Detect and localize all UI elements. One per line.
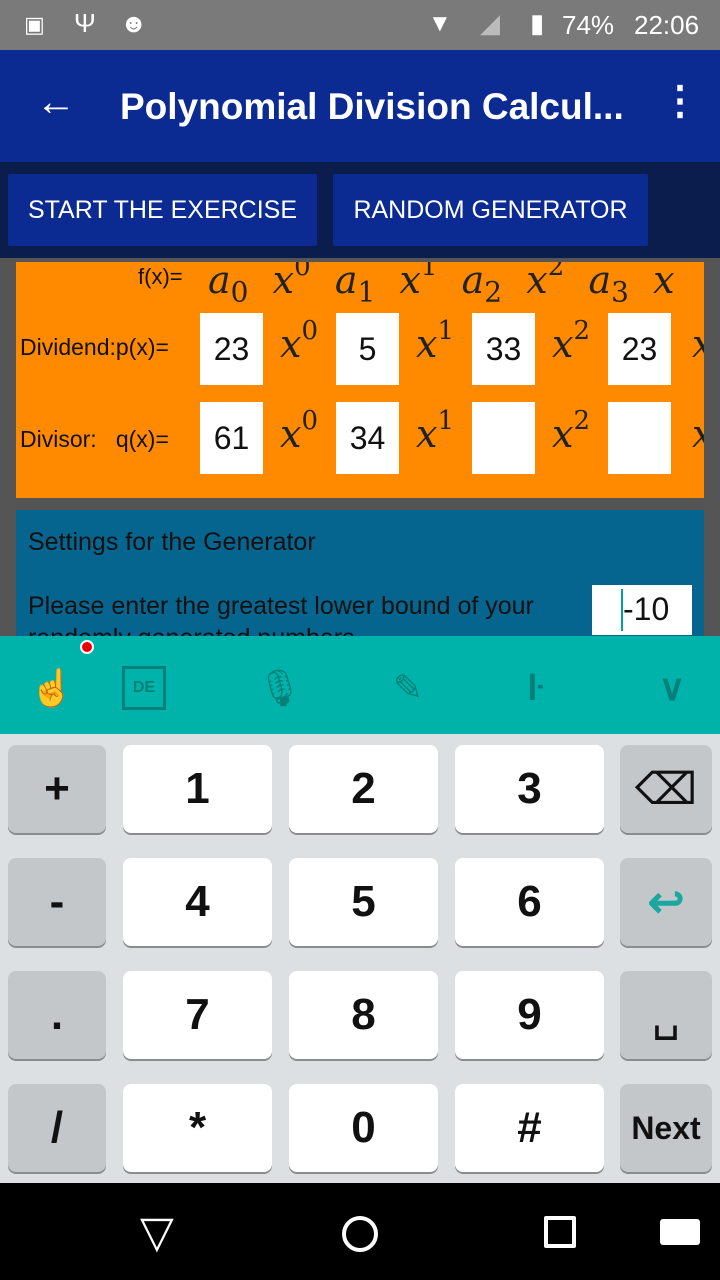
battery-charging-icon: ▮: [530, 8, 545, 38]
back-nav-icon[interactable]: ▽: [140, 1207, 174, 1258]
dividend-label: Dividend:p(x)=: [20, 334, 169, 360]
key-4[interactable]: 4: [123, 858, 272, 946]
signal-icon: ◢: [480, 8, 500, 38]
wifi-icon: ▼: [428, 10, 452, 37]
divisor-coef-2[interactable]: [472, 402, 535, 474]
dividend-coef-0[interactable]: 23: [200, 313, 263, 385]
key-0[interactable]: 0: [289, 1084, 438, 1172]
numeric-keyboard: +1 2 3 ⌫ -4 5 6 ↩. 7 8 9 ␣ / * 0 # Next: [0, 734, 720, 1183]
key-8[interactable]: 8: [289, 971, 438, 1059]
divisor-coef-1[interactable]: 34: [336, 402, 399, 474]
key-*[interactable]: *: [123, 1084, 272, 1172]
clock: 22:06: [634, 10, 700, 40]
divisor-label: Divisor: q(x)=: [20, 426, 169, 452]
edit-icon[interactable]: ✎: [386, 666, 430, 710]
x-power-label: x1: [416, 406, 454, 456]
more-vert-icon[interactable]: ⋮: [660, 78, 700, 124]
microphone-icon[interactable]: 🎙: [257, 666, 303, 710]
key-5[interactable]: 5: [289, 858, 438, 946]
keyboard-toolbar: ☝ DE 🎙 ✎ ŀ ∨: [0, 636, 720, 734]
space-key[interactable]: ␣: [620, 971, 712, 1059]
x-power-label: x: [692, 412, 704, 456]
dividend-coef-3[interactable]: 23: [608, 313, 671, 385]
arrow-left-icon[interactable]: ←: [36, 80, 76, 125]
usb-icon: Ψ: [74, 8, 96, 38]
random-generator-button[interactable]: RANDOM GENERATOR: [333, 174, 648, 246]
battery-percent: 74%: [562, 10, 615, 40]
x-power-label: x1: [416, 316, 454, 366]
lower-bound-value: -10: [623, 591, 670, 627]
notification-dot: [80, 640, 94, 654]
home-nav-icon[interactable]: [342, 1216, 378, 1252]
settings-title: Settings for the Generator: [28, 528, 316, 556]
key-/[interactable]: /: [8, 1084, 106, 1172]
x-power-label: x0: [280, 316, 318, 366]
lower-bound-prompt: Please enter the greatest lower bound of…: [28, 592, 534, 636]
image-icon: ▣: [24, 12, 45, 37]
key-2[interactable]: 2: [289, 745, 438, 833]
generator-settings-panel: Settings for the Generator Please enter …: [16, 510, 704, 636]
navigation-bar: ▽: [0, 1183, 720, 1280]
enter-key[interactable]: ↩: [620, 858, 712, 946]
text-cursor: [621, 589, 623, 631]
layout-de-icon[interactable]: DE: [122, 666, 166, 710]
button-row: START THE EXERCISE RANDOM GENERATOR: [0, 162, 720, 258]
key-1[interactable]: 1: [123, 745, 272, 833]
key-7[interactable]: 7: [123, 971, 272, 1059]
lower-bound-input[interactable]: -10: [592, 585, 692, 635]
key-.[interactable]: .: [8, 971, 106, 1059]
key-#[interactable]: #: [455, 1084, 604, 1172]
keyboard-switch-icon[interactable]: [660, 1219, 700, 1245]
key-+[interactable]: +: [8, 745, 106, 833]
formula-label: f(x)=: [138, 264, 183, 289]
polynomial-input-panel: f(x)= a0 x0 a1 x1 a2 x2 a3 x Dividend:p(…: [16, 262, 704, 498]
x-power-label: x2: [552, 406, 590, 456]
divisor-coef-3[interactable]: [608, 402, 671, 474]
x-power-label: x: [692, 322, 704, 366]
start-exercise-button[interactable]: START THE EXERCISE: [8, 174, 317, 246]
dividend-coef-1[interactable]: 5: [336, 313, 399, 385]
key--[interactable]: -: [8, 858, 106, 946]
app-bar: ← Polynomial Division Calcul... ⋮: [0, 50, 720, 162]
backspace-key[interactable]: ⌫: [620, 745, 712, 833]
key-9[interactable]: 9: [455, 971, 604, 1059]
page-title: Polynomial Division Calcul...: [120, 86, 624, 127]
formula-template: a0 x0 a1 x1 a2 x2 a3 x: [208, 262, 675, 309]
android-icon: ☻: [120, 8, 148, 38]
dividend-coef-2[interactable]: 33: [472, 313, 535, 385]
next-key[interactable]: Next: [620, 1084, 712, 1172]
key-3[interactable]: 3: [455, 745, 604, 833]
recents-nav-icon[interactable]: [544, 1216, 576, 1248]
gesture-icon[interactable]: ☝: [30, 666, 75, 710]
handwriting-icon[interactable]: ŀ: [514, 666, 558, 710]
divisor-coef-0[interactable]: 61: [200, 402, 263, 474]
key-6[interactable]: 6: [455, 858, 604, 946]
chevron-down-icon[interactable]: ∨: [650, 666, 694, 710]
x-power-label: x0: [280, 406, 318, 456]
status-bar: ▣ Ψ ☻ ▼ ◢ ▮ 74% 22:06: [0, 0, 720, 50]
x-power-label: x2: [552, 316, 590, 366]
